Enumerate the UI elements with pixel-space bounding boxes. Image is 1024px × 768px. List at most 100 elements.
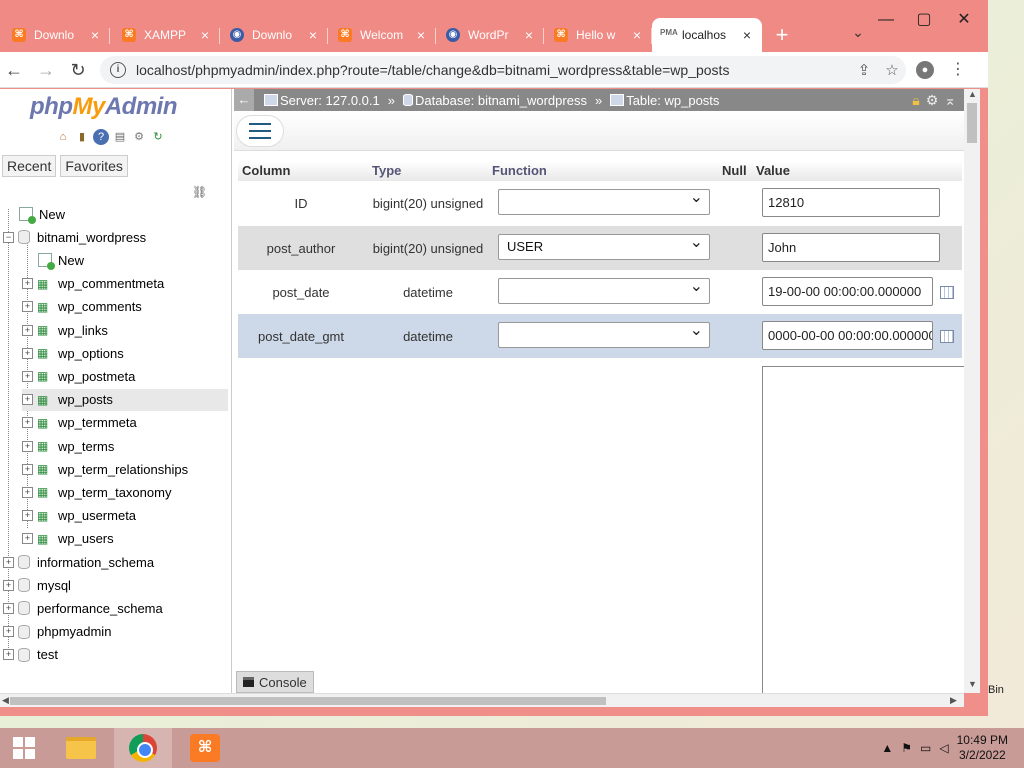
expand-plus-icon[interactable]: + xyxy=(22,394,33,406)
collapse-up-icon[interactable]: ⌅ xyxy=(944,92,956,109)
url-text[interactable]: localhost/phpmyadmin/index.php?route=/ta… xyxy=(136,62,850,78)
home-icon[interactable]: ⌂ xyxy=(55,129,71,145)
tree-table-item[interactable]: + ▦ wp_termmeta xyxy=(22,412,228,434)
browser-tab[interactable]: ⌘ Downlo × xyxy=(4,20,110,50)
scroll-down-arrow-icon[interactable]: ▼ xyxy=(968,679,977,689)
close-window-button[interactable]: ✕ xyxy=(944,8,984,32)
breadcrumb-server[interactable]: Server: 127.0.0.1 xyxy=(264,93,380,108)
expand-plus-icon[interactable]: + xyxy=(22,301,33,313)
logout-icon[interactable]: ▮ xyxy=(74,129,90,145)
tree-table-item[interactable]: + ▦ wp_terms xyxy=(22,435,228,457)
tree-table-item[interactable]: + ▦ wp_options xyxy=(22,342,228,364)
tab-close-icon[interactable]: × xyxy=(198,27,212,43)
tab-search-chevron-icon[interactable]: ⌄ xyxy=(848,24,868,44)
expand-plus-icon[interactable]: + xyxy=(3,626,14,638)
value-input[interactable]: 19-00-00 00:00:00.000000 xyxy=(762,277,933,306)
expand-plus-icon[interactable]: + xyxy=(22,324,33,336)
favorites-button[interactable]: Favorites xyxy=(60,155,128,177)
breadcrumb-table[interactable]: Table: wp_posts xyxy=(610,93,719,108)
scroll-up-arrow-icon[interactable]: ▲ xyxy=(968,89,977,99)
browser-tab[interactable]: ⌘ XAMPP × xyxy=(114,20,220,50)
browser-tab[interactable]: ⌘ Welcom × xyxy=(330,20,436,50)
expand-plus-icon[interactable]: + xyxy=(22,278,33,290)
tab-close-icon[interactable]: × xyxy=(630,27,644,43)
tree-database-item[interactable]: + test xyxy=(3,644,228,666)
browser-tab[interactable]: PMA localhos × xyxy=(652,18,762,52)
expand-plus-icon[interactable]: + xyxy=(22,440,33,452)
expand-plus-icon[interactable]: + xyxy=(22,347,33,359)
recycle-bin-label[interactable]: Bin xyxy=(988,684,1004,696)
expand-plus-icon[interactable]: + xyxy=(22,463,33,475)
clock[interactable]: 10:49 PM 3/2/2022 xyxy=(957,733,1008,763)
breadcrumb-database[interactable]: Database: bitnami_wordpress xyxy=(402,93,587,108)
function-select[interactable] xyxy=(498,275,710,304)
share-icon[interactable]: ⇪ xyxy=(850,61,878,79)
expand-plus-icon[interactable]: + xyxy=(22,370,33,382)
lock-icon[interactable]: 🔒︎ xyxy=(912,92,919,109)
phpmyadmin-logo[interactable]: phpMyAdmin xyxy=(30,93,178,121)
value-input[interactable]: 12810 xyxy=(762,188,940,217)
scroll-left-arrow-icon[interactable]: ◀ xyxy=(2,695,9,706)
tree-database-item[interactable]: + mysql xyxy=(3,574,228,596)
bookmark-star-icon[interactable]: ☆ xyxy=(878,61,906,79)
tray-chevron-up-icon[interactable]: ▲ xyxy=(881,741,893,755)
browser-tab[interactable]: ⌘ Hello w × xyxy=(546,20,652,50)
reload-icon[interactable]: ↻ xyxy=(66,58,90,82)
tree-table-item[interactable]: + ▦ wp_commentmeta xyxy=(22,273,228,295)
new-tab-button[interactable]: + xyxy=(770,22,794,48)
vertical-scroll-thumb[interactable] xyxy=(967,103,977,143)
back-arrow-icon[interactable]: ← xyxy=(2,58,26,82)
header-function[interactable]: Function xyxy=(492,163,547,178)
horizontal-scrollbar[interactable]: ◀ ▶ xyxy=(0,693,964,707)
reload-nav-icon[interactable]: ↻ xyxy=(150,129,166,145)
expand-plus-icon[interactable]: + xyxy=(22,417,33,429)
tree-table-item[interactable]: + ▦ wp_posts xyxy=(22,388,228,411)
tray-volume-icon[interactable]: ◁ xyxy=(939,741,948,755)
info-icon[interactable]: i xyxy=(110,62,126,78)
calendar-icon[interactable] xyxy=(940,286,954,299)
expand-plus-icon[interactable]: + xyxy=(3,579,14,591)
tray-network-icon[interactable]: ▭ xyxy=(920,741,931,755)
expand-plus-icon[interactable]: + xyxy=(3,602,14,614)
help-icon[interactable]: ? xyxy=(93,129,109,145)
tab-close-icon[interactable]: × xyxy=(414,27,428,43)
tray-flag-icon[interactable]: ⚑ xyxy=(901,741,912,755)
tree-database-item[interactable]: − bitnami_wordpress xyxy=(3,226,228,248)
function-select[interactable]: USER xyxy=(498,231,710,260)
tab-close-icon[interactable]: × xyxy=(740,27,754,43)
browser-tab[interactable]: ◉ Downlo × xyxy=(222,20,328,50)
forward-arrow-icon[interactable]: → xyxy=(34,58,58,82)
horizontal-scroll-thumb[interactable] xyxy=(10,697,606,705)
collapse-arrow-icon[interactable]: ← xyxy=(234,89,254,111)
tree-database-item[interactable]: + performance_schema xyxy=(3,597,228,619)
maximize-button[interactable]: ▢ xyxy=(904,8,944,32)
tree-table-item[interactable]: + ▦ wp_comments xyxy=(22,296,228,318)
settings-gear-icon[interactable]: ⚙ xyxy=(926,92,939,109)
start-button[interactable] xyxy=(0,728,48,768)
calendar-icon[interactable] xyxy=(940,330,954,343)
recent-button[interactable]: Recent xyxy=(2,155,57,177)
tree-table-item[interactable]: + ▦ wp_postmeta xyxy=(22,365,228,387)
tab-close-icon[interactable]: × xyxy=(88,27,102,43)
function-select[interactable] xyxy=(498,319,710,348)
post-content-textarea[interactable] xyxy=(762,366,968,693)
file-explorer-button[interactable] xyxy=(52,728,110,768)
scroll-right-arrow-icon[interactable]: ▶ xyxy=(950,695,957,706)
browser-menu-icon[interactable]: ⋮ xyxy=(946,58,970,82)
link-with-main-icon[interactable]: ⛓ xyxy=(192,185,207,199)
console-toggle[interactable]: Console xyxy=(236,671,314,693)
expand-plus-icon[interactable]: + xyxy=(22,510,33,522)
hamburger-menu-icon[interactable] xyxy=(236,115,284,147)
tree-new-item[interactable]: New xyxy=(22,249,228,271)
expand-plus-icon[interactable]: + xyxy=(3,556,14,568)
tree-new-item[interactable]: New xyxy=(3,203,228,225)
tree-table-item[interactable]: + ▦ wp_links xyxy=(22,319,228,341)
tree-database-item[interactable]: + information_schema xyxy=(3,551,228,573)
tree-database-item[interactable]: + phpmyadmin xyxy=(3,621,228,643)
tab-close-icon[interactable]: × xyxy=(522,27,536,43)
address-bar[interactable]: i localhost/phpmyadmin/index.php?route=/… xyxy=(100,56,906,84)
collapse-minus-icon[interactable]: − xyxy=(3,231,14,243)
tree-table-item[interactable]: + ▦ wp_term_taxonomy xyxy=(22,481,228,503)
minimize-button[interactable]: — xyxy=(866,8,906,32)
vertical-scrollbar[interactable]: ▲ ▼ xyxy=(964,89,980,693)
